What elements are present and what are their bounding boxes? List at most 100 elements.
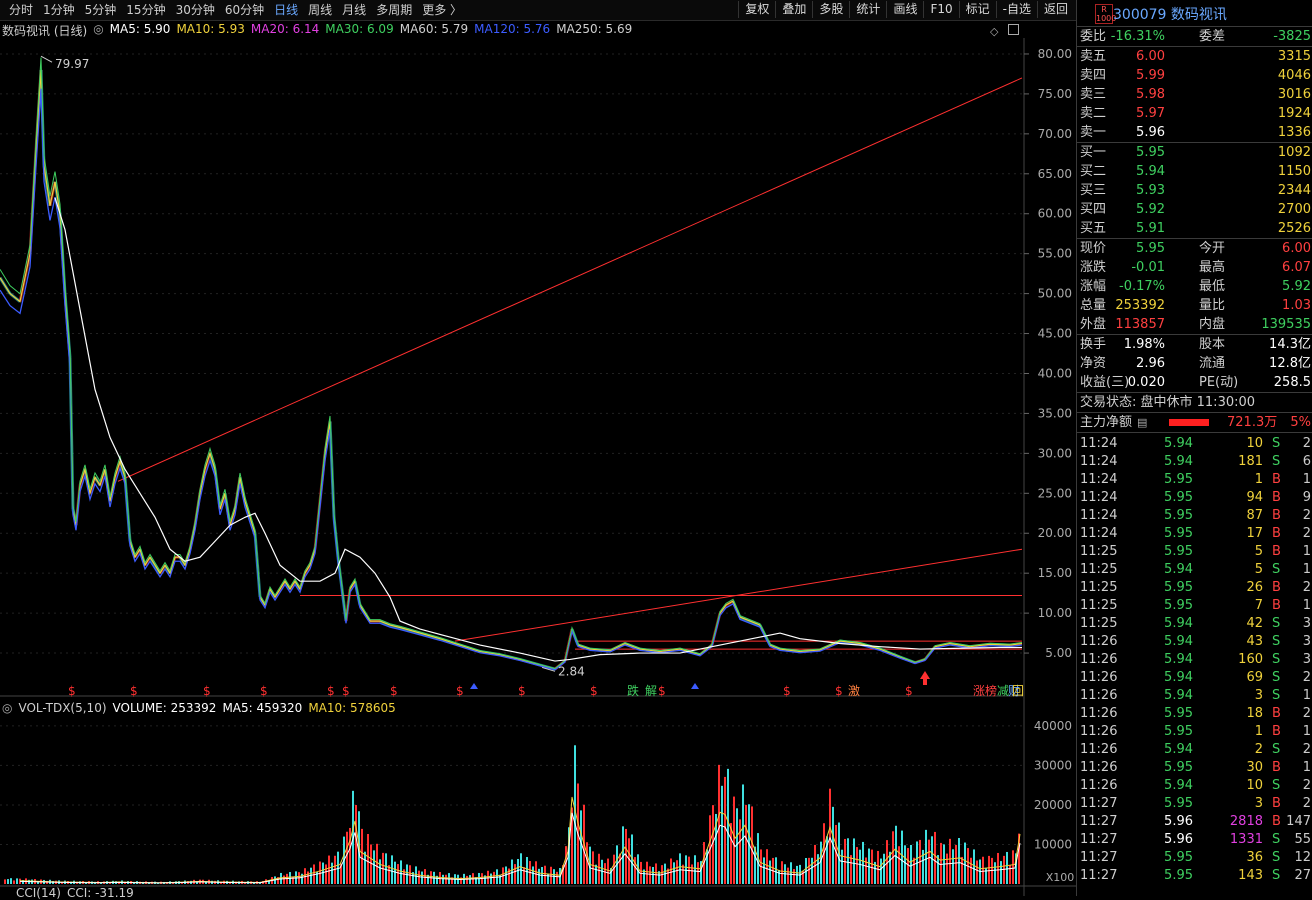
- volume-bar: [325, 864, 327, 884]
- quote-value: 253392: [1115, 298, 1165, 313]
- volume-bar: [850, 855, 852, 884]
- buy-level-row: 买四 5.92 2700: [1077, 200, 1312, 219]
- tool-buttons: 复权 叠加 多股 统计 画线 F10 标记 -自选 返回: [738, 1, 1074, 18]
- volume-bar: [322, 862, 324, 884]
- price-tick-label: 20.00: [1038, 526, 1072, 540]
- stock-title: 数码视讯 (日线): [2, 24, 88, 38]
- kline-chart[interactable]: 80.00 75.00 70.00 65.00 60.00 55.00 50.00 45.00…: [0, 38, 1076, 896]
- tick-flag: B: [1272, 706, 1281, 721]
- sell-level-row: 卖四 5.99 4046: [1077, 66, 1312, 85]
- volume-collapse-icon[interactable]: ◎: [2, 701, 12, 717]
- sell-price: 5.99: [1136, 68, 1165, 83]
- window-icon[interactable]: [1007, 24, 1019, 35]
- tool-button-0[interactable]: 复权: [738, 1, 775, 18]
- ma-legend: 数码视讯 (日线) ◎ MA5: 5.90 MA10: 5.93 MA20: 6.1…: [2, 22, 632, 38]
- tick-row: 11:25 5.94 5 S 1: [1077, 561, 1312, 579]
- sell-volume: 1924: [1277, 106, 1311, 121]
- volume-bar: [940, 842, 942, 884]
- tick-row: 11:27 5.95 36 S 12: [1077, 849, 1312, 867]
- period-tab-3[interactable]: 15分钟: [121, 2, 170, 18]
- volume-bar: [544, 865, 546, 884]
- tick-time: 11:26: [1080, 724, 1118, 739]
- stock-code-name[interactable]: 300079 数码视讯: [1113, 4, 1227, 24]
- tick-flag: S: [1272, 850, 1281, 865]
- legend-toggle-icon[interactable]: ◎: [93, 22, 103, 38]
- tick-volume: 7: [1254, 598, 1263, 613]
- tick-flag: B: [1272, 508, 1281, 523]
- volume-tick-label: 10000: [1034, 837, 1072, 851]
- volume-bar: [904, 845, 906, 884]
- buy-volume: 2526: [1277, 221, 1311, 236]
- period-tab-0[interactable]: 分时: [4, 2, 38, 18]
- period-tab-4[interactable]: 30分钟: [171, 2, 220, 18]
- info-label: 净资: [1080, 356, 1107, 371]
- volume-bar: [976, 860, 978, 884]
- tick-price: 5.94: [1164, 436, 1193, 451]
- volume-tick-label: 30000: [1034, 758, 1072, 772]
- quote-label-2: 内盘: [1199, 317, 1226, 332]
- volume-bar: [970, 857, 972, 884]
- tool-button-7[interactable]: -自选: [995, 1, 1037, 18]
- volume-bar: [391, 855, 393, 884]
- volume-bar: [733, 796, 735, 884]
- tool-button-3[interactable]: 统计: [849, 1, 886, 18]
- period-tab-2[interactable]: 5分钟: [80, 2, 122, 18]
- event-marker: $: [835, 684, 843, 698]
- period-tab-9[interactable]: 多周期: [371, 2, 417, 18]
- tick-price: 5.94: [1164, 634, 1193, 649]
- period-tab-8[interactable]: 月线: [337, 2, 371, 18]
- quote-label: 现价: [1080, 241, 1107, 256]
- volume-bar: [766, 849, 768, 884]
- volume-legend: ◎ VOL-TDX(5,10) VOLUME: 253392 MA5: 45932…: [2, 701, 396, 717]
- quote-label: 总量: [1080, 298, 1107, 313]
- diamond-icon[interactable]: ◇: [990, 25, 998, 38]
- tool-button-8[interactable]: 返回: [1036, 1, 1074, 18]
- tick-count: 1: [1302, 598, 1311, 613]
- period-tab-10[interactable]: 更多 〉: [417, 2, 467, 18]
- tick-flag: S: [1272, 670, 1281, 685]
- quote-row: 涨幅 -0.17% 最低 5.92: [1077, 277, 1312, 296]
- tick-flag: B: [1272, 598, 1281, 613]
- buy-price: 5.94: [1136, 164, 1165, 179]
- ma5-line: [0, 57, 1023, 670]
- tick-flag: S: [1272, 616, 1281, 631]
- sell-label: 卖四: [1080, 68, 1107, 83]
- quote-value-2: 139535: [1261, 317, 1311, 332]
- tick-row: 11:24 5.95 1 B 1: [1077, 471, 1312, 489]
- flow-detail-icon[interactable]: ▤: [1137, 413, 1147, 432]
- buy-volume: 2700: [1277, 202, 1311, 217]
- tick-flag: B: [1272, 724, 1281, 739]
- volume-bar: [685, 855, 687, 884]
- tool-button-1[interactable]: 叠加: [775, 1, 812, 18]
- tool-button-2[interactable]: 多股: [812, 1, 849, 18]
- event-marker: 涨榜: [973, 683, 997, 698]
- tool-button-6[interactable]: 标记: [958, 1, 996, 18]
- event-marker: $: [68, 684, 76, 698]
- weicha-label: 委差: [1199, 29, 1226, 44]
- tick-time: 11:24: [1080, 490, 1118, 505]
- tick-row: 11:25 5.95 26 B 2: [1077, 579, 1312, 597]
- event-marker: $: [783, 684, 791, 698]
- price-tick-label: 65.00: [1038, 167, 1072, 181]
- period-tab-6[interactable]: 日线: [269, 2, 303, 18]
- buy-label: 买二: [1080, 164, 1107, 179]
- tick-volume: 17: [1246, 526, 1263, 541]
- tick-count: 2: [1302, 778, 1311, 793]
- tool-button-4[interactable]: 画线: [886, 1, 923, 18]
- cci-legend: CCI(14) CCI: -31.19: [16, 886, 134, 900]
- quote-row: 涨跌 -0.01 最高 6.07: [1077, 258, 1312, 277]
- ma-legend-item-3: MA30: 6.09: [325, 22, 394, 36]
- tick-row: 11:26 5.94 43 S 3: [1077, 633, 1312, 651]
- price-tick-label: 70.00: [1038, 127, 1072, 141]
- period-tab-1[interactable]: 1分钟: [38, 2, 80, 18]
- event-marker: $: [342, 684, 350, 698]
- period-tab-7[interactable]: 周线: [303, 2, 337, 18]
- period-tab-5[interactable]: 60分钟: [220, 2, 269, 18]
- tick-count: 12: [1294, 850, 1311, 865]
- buy-level-row: 买一 5.95 1092: [1077, 143, 1312, 162]
- volume-bar: [901, 830, 903, 884]
- quote-row: 现价 5.95 今开 6.00: [1077, 239, 1312, 258]
- event-marker: $: [456, 684, 464, 698]
- volume-bar: [556, 871, 558, 884]
- tool-button-5[interactable]: F10: [923, 1, 958, 18]
